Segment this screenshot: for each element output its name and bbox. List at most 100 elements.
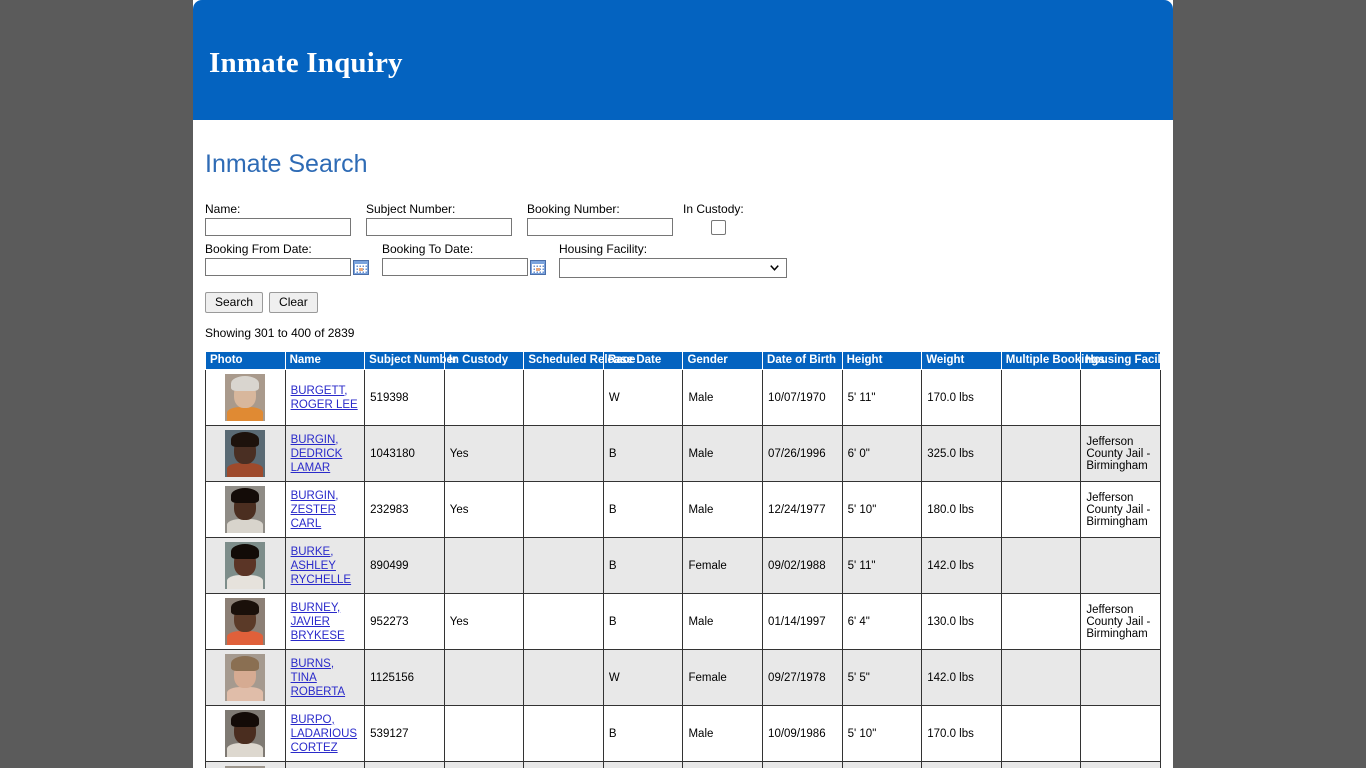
cell-date-of-birth: 09/27/1978 xyxy=(762,649,843,706)
cell-multiple-bookings xyxy=(1000,761,1082,768)
housing-facility-field-group: Housing Facility: xyxy=(559,242,787,278)
cell-scheduled-release-date xyxy=(523,761,604,768)
cell-multiple-bookings xyxy=(1000,537,1082,594)
cell-date-of-birth: 07/26/1996 xyxy=(762,425,843,482)
cell-weight: 170.0 lbs xyxy=(921,705,1002,762)
cell-subject-number: 1043180 xyxy=(364,425,445,482)
cell-in-custody xyxy=(443,761,525,768)
inmate-photo-cell xyxy=(205,481,286,538)
column-header-scheduled-release-date: Scheduled Release Date xyxy=(523,351,661,370)
cell-gender: Male xyxy=(682,481,764,538)
cell-subject-number: 519398 xyxy=(364,369,445,426)
cell-in-custody: Yes xyxy=(443,593,525,650)
in-custody-label: In Custody: xyxy=(683,202,744,216)
cell-subject-number: 890499 xyxy=(364,537,445,594)
name-input[interactable] xyxy=(205,218,351,236)
cell-height: 6' 4" xyxy=(841,593,923,650)
inmate-name-link[interactable]: BURGIN, DEDRICK LAMAR xyxy=(291,433,360,475)
cell-in-custody xyxy=(443,649,525,706)
cell-housing-facility: Jefferson County xyxy=(1080,761,1161,768)
cell-housing-facility: Jefferson County Jail - Birmingham xyxy=(1080,481,1161,538)
subject-number-input[interactable] xyxy=(366,218,512,236)
in-custody-field-group: In Custody: xyxy=(683,202,744,235)
column-header-in-custody: In Custody xyxy=(443,351,525,370)
cell-multiple-bookings xyxy=(1000,369,1082,426)
search-button[interactable]: Search xyxy=(205,292,264,313)
inmate-photo-cell xyxy=(205,537,286,594)
cell-date-of-birth: 10/07/1970 xyxy=(762,369,843,426)
cell-scheduled-release-date xyxy=(523,705,604,762)
inmate-mugshot xyxy=(225,654,266,701)
booking-number-field-group: Booking Number: xyxy=(527,202,673,236)
cell-race: B xyxy=(602,537,684,594)
search-form-row-2: Booking From Date: Booking To Date: Hous… xyxy=(205,242,1161,278)
cell-gender: Male xyxy=(682,369,764,426)
cell-scheduled-release-date xyxy=(523,593,604,650)
cell-in-custody: Yes xyxy=(443,425,525,482)
table-row: BURNS, TINA ROBERTA 1125156 W Female 09/27/1… xyxy=(205,649,1161,706)
cell-weight: 180.0 lbs xyxy=(921,481,1002,538)
name-label: Name: xyxy=(205,202,241,216)
cell-multiple-bookings xyxy=(1000,649,1082,706)
form-buttons: Search Clear xyxy=(205,292,1161,313)
booking-from-date-field-group: Booking From Date: xyxy=(205,242,369,276)
inmate-name-link[interactable]: BURGETT, ROGER LEE xyxy=(291,384,360,412)
inmate-name-link[interactable]: BURPO, LADARIOUS CORTEZ xyxy=(291,713,360,755)
cell-in-custody: Yes xyxy=(443,481,525,538)
cell-housing-facility xyxy=(1080,705,1161,762)
column-header-weight: Weight xyxy=(921,351,1002,370)
inmate-name-link[interactable]: BURNEY, JAVIER BRYKESE xyxy=(291,601,360,643)
column-header-height: Height xyxy=(841,351,923,370)
cell-weight: 325.0 lbs xyxy=(921,425,1002,482)
booking-number-input[interactable] xyxy=(527,218,673,236)
cell-race: W xyxy=(602,369,684,426)
search-form: Name: Subject Number: Booking Number: In… xyxy=(205,202,1161,340)
app-title: Inmate Inquiry xyxy=(209,47,403,79)
calendar-icon[interactable] xyxy=(530,259,546,275)
cell-weight: 170.0 lbs xyxy=(921,369,1002,426)
results-count: Showing 301 to 400 of 2839 xyxy=(205,326,355,340)
cell-in-custody xyxy=(443,369,525,426)
cell-gender: Male xyxy=(682,705,764,762)
column-header-multiple-bookings: Multiple Bookings xyxy=(1000,351,1105,370)
inmate-photo-cell xyxy=(205,761,286,768)
housing-facility-select[interactable] xyxy=(559,258,787,278)
inmate-name-link[interactable]: BURGIN, ZESTER CARL xyxy=(291,489,360,531)
cell-scheduled-release-date xyxy=(523,537,604,594)
in-custody-checkbox[interactable] xyxy=(711,220,726,235)
cell-gender: Female xyxy=(682,649,764,706)
inmate-mugshot xyxy=(225,710,266,757)
inmate-name-cell: BURPO, LADARIOUS CORTEZ xyxy=(284,705,366,762)
cell-date-of-birth: 01/14/1997 xyxy=(762,593,843,650)
inmate-name-link[interactable]: BURNS, TINA ROBERTA xyxy=(291,657,360,699)
table-row: BURGIN, ZESTER CARL 232983 Yes B Male 12/24/1… xyxy=(205,481,1161,538)
inmate-mugshot xyxy=(225,486,266,533)
table-row: BURNEY, JAVIER BRYKESE 952273 Yes B Male 01/1… xyxy=(205,593,1161,650)
calendar-icon[interactable] xyxy=(353,259,369,275)
cell-subject-number: 232983 xyxy=(364,481,445,538)
inmate-name-cell: BURNEY, JAVIER BRYKESE xyxy=(284,593,366,650)
inmate-photo-cell xyxy=(205,593,286,650)
cell-multiple-bookings xyxy=(1000,705,1082,762)
cell-multiple-bookings xyxy=(1000,481,1082,538)
column-header-housing-facility: Housing Facility xyxy=(1080,351,1173,370)
inmate-name-cell xyxy=(284,761,366,768)
page-container: Inmate Inquiry Inmate Search Name: Subje… xyxy=(193,0,1173,768)
booking-to-date-input[interactable] xyxy=(382,258,528,276)
inmate-name-cell: BURNS, TINA ROBERTA xyxy=(284,649,366,706)
inmate-name-link[interactable]: BURKE, ASHLEY RYCHELLE xyxy=(291,545,360,587)
main-content: Inmate Search Name: Subject Number: Book… xyxy=(193,120,1173,768)
name-field-group: Name: xyxy=(205,202,351,236)
cell-subject-number: 952273 xyxy=(364,593,445,650)
booking-from-date-input[interactable] xyxy=(205,258,351,276)
cell-race: B xyxy=(602,425,684,482)
table-row: BURKE, ASHLEY RYCHELLE 890499 B Female 09/02… xyxy=(205,537,1161,594)
column-header-subject-number: Subject Number xyxy=(364,351,457,370)
cell-height: 5' 11" xyxy=(841,369,923,426)
table-row: BURPO, LADARIOUS CORTEZ 539127 B Male 10/09/… xyxy=(205,705,1161,762)
column-header-gender: Gender xyxy=(682,351,764,370)
cell-date-of-birth: 10/09/1986 xyxy=(762,705,843,762)
clear-button[interactable]: Clear xyxy=(269,292,318,313)
cell-height: 5' 11" xyxy=(841,537,923,594)
cell-housing-facility xyxy=(1080,369,1161,426)
